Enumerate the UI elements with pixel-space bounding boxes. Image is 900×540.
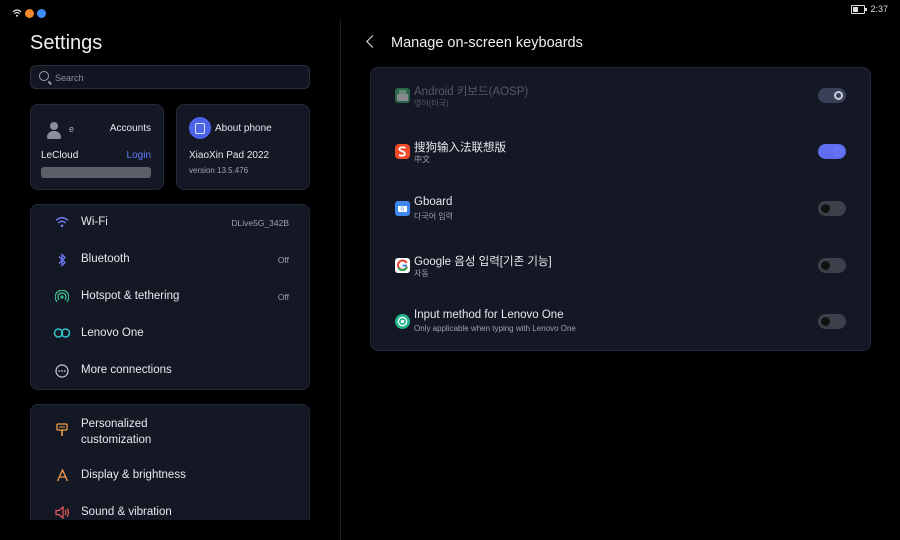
sidebar-item-personalized-customization[interactable]: Personalized customization [31,405,309,455]
sidebar-item-display-brightness[interactable]: Display & brightness [31,458,309,494]
login-link[interactable]: Login [127,150,151,161]
account-card[interactable]: e Accounts LeCloud Login [30,104,164,190]
keyboard-item-aosp: Android 키보드(AOSP) 영어(미국) [371,68,870,124]
keyboard-item-google-voice[interactable]: Google 음성 입력[기존 기능] 자동 [371,238,870,294]
sidebar-item-hotspot[interactable]: Hotspot & tethering Off [31,279,309,315]
display-icon [55,468,69,483]
sidebar-item-label: Personalized customization [81,418,152,446]
google-voice-icon [395,258,410,273]
keyboard-subtitle: 자동 [414,269,429,278]
wifi-icon [55,216,69,230]
sidebar-item-label: Bluetooth [81,253,130,265]
account-initial: e [69,124,75,134]
about-phone-card[interactable]: About phone XiaoXin Pad 2022 version 13.… [176,104,310,190]
phone-info-icon [189,117,211,139]
status-bar: 2:37 [0,0,900,20]
keyboard-list: Android 키보드(AOSP) 영어(미국) 搜狗输入法联想版 中文 G G… [370,67,871,351]
account-placeholder-bar [41,167,151,178]
sidebar-item-label: Sound & vibration [81,506,172,518]
sidebar-item-label: Lenovo One [81,327,144,339]
settings-sidebar: Settings e Accounts LeCloud Login About … [30,20,310,520]
device-version: version 13.5.476 [189,166,249,175]
lenovo-one-icon [53,327,71,341]
aosp-keyboard-icon [395,88,410,103]
search-icon [39,71,49,81]
sogou-icon [395,144,410,159]
search-input[interactable] [53,69,297,87]
battery-icon [851,4,868,14]
wifi-icon [12,4,22,22]
sidebar-item-sound-vibration[interactable]: Sound & vibration [31,495,309,520]
page-title: Settings [30,32,103,54]
sidebar-item-more-connections[interactable]: More connections [31,353,309,389]
sidebar-item-value: Off [277,292,289,302]
keyboard-name: 搜狗输入法联想版 [414,142,506,154]
sidebar-item-label: Wi-Fi [81,216,108,228]
back-arrow-icon[interactable] [366,35,379,48]
more-connections-icon [55,364,69,378]
keyboard-toggle[interactable] [818,258,846,273]
gboard-icon: G [395,201,410,216]
keyboard-toggle[interactable] [818,201,846,216]
notification-icon-blue [37,8,46,18]
bluetooth-icon [55,252,69,268]
keyboard-name: Google 음성 입력[기존 기능] [414,256,552,268]
sidebar-item-lenovo-one[interactable]: Lenovo One [31,316,309,352]
keyboard-subtitle: 中文 [414,155,430,164]
sound-icon [55,505,70,520]
keyboard-subtitle: 다국어 입력 [414,212,454,221]
sidebar-item-label: More connections [81,364,172,376]
keyboard-item-lenovo-one-input[interactable]: Input method for Lenovo One Only applica… [371,294,870,350]
keyboard-subtitle: Only applicable when typing with Lenovo … [414,324,576,333]
sidebar-item-label: Hotspot & tethering [81,290,180,302]
detail-title: Manage on-screen keyboards [391,35,583,51]
keyboard-toggle[interactable] [818,314,846,329]
keyboard-name: Gboard [414,196,453,208]
keyboard-toggle [818,88,846,103]
personalize-icon [55,423,69,437]
keyboard-toggle[interactable] [818,144,846,159]
keyboard-item-gboard[interactable]: G Gboard 다국어 입력 [371,181,870,237]
sidebar-item-bluetooth[interactable]: Bluetooth Off [31,242,309,278]
sidebar-item-wifi[interactable]: Wi-Fi DLive5G_342B [31,205,309,241]
keyboard-item-sogou[interactable]: 搜狗输入法联想版 中文 [371,124,870,180]
keyboard-name: Input method for Lenovo One [414,309,564,321]
search-bar[interactable] [30,65,310,89]
personalization-section: Personalized customization Display & bri… [30,404,310,520]
hotspot-icon [54,289,70,304]
keyboard-subtitle: 영어(미국) [414,99,449,108]
accounts-label[interactable]: Accounts [110,123,151,134]
device-name: XiaoXin Pad 2022 [189,150,270,161]
status-time: 2:37 [870,4,888,14]
svg-text:G: G [401,207,405,213]
lenovo-one-input-icon [395,314,410,329]
lecloud-label: LeCloud [41,150,79,161]
sidebar-item-value: DLive5G_342B [231,218,289,228]
keyboard-name: Android 키보드(AOSP) [414,86,529,98]
pane-divider [340,20,341,540]
notification-icon-orange [25,8,34,18]
sidebar-item-value: Off [277,255,289,265]
network-section: Wi-Fi DLive5G_342B Bluetooth Off Hotspot… [30,204,310,390]
about-phone-title: About phone [215,123,272,134]
sidebar-item-label: Display & brightness [81,469,186,481]
avatar [45,121,63,139]
